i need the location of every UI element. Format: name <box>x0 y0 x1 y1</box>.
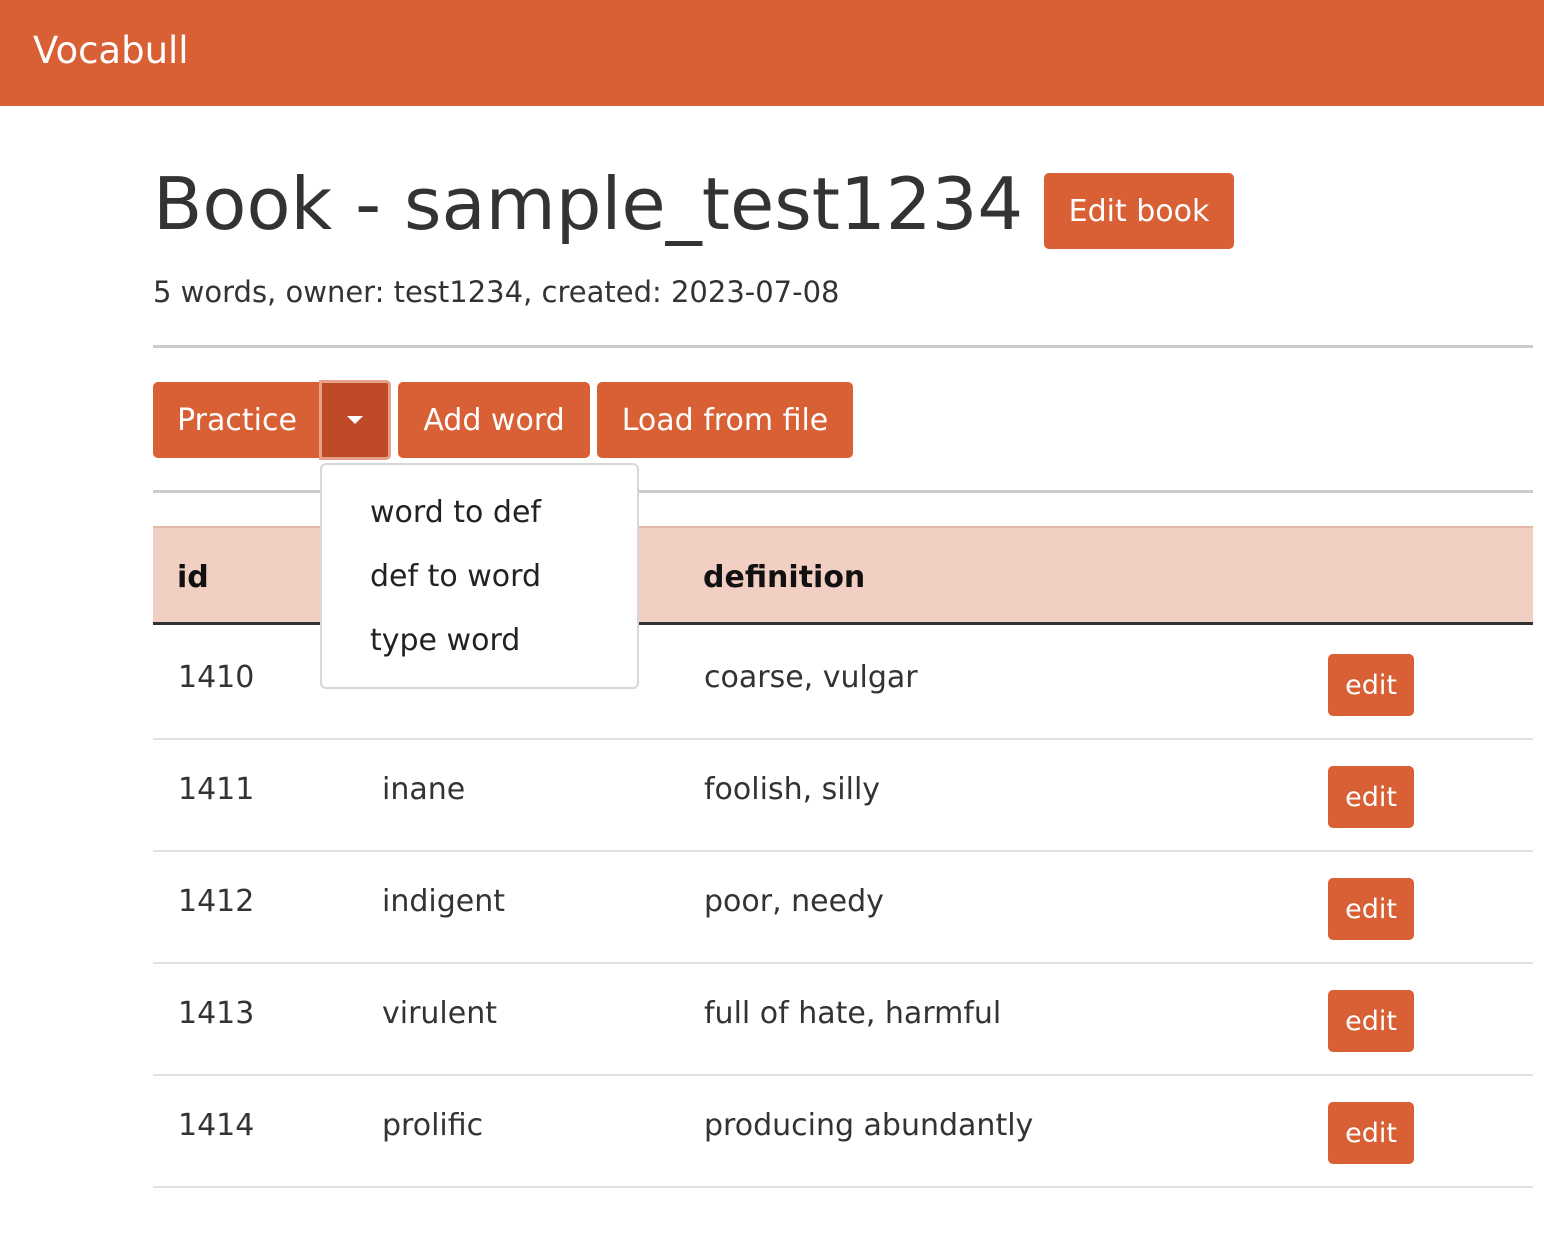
cell-word: indigent <box>382 884 506 919</box>
cell-id: 1414 <box>178 1108 255 1143</box>
navbar: Vocabull <box>0 0 1544 106</box>
page-title: Book - sample_test1234 <box>153 162 1024 246</box>
cell-definition: poor, needy <box>704 884 884 919</box>
practice-dropdown-toggle[interactable] <box>319 380 391 460</box>
menu-item-type-word[interactable]: type word <box>370 621 520 661</box>
add-word-button[interactable]: Add word <box>398 382 590 458</box>
table-row: 1412 indigent poor, needy edit <box>153 852 1533 964</box>
edit-word-button[interactable]: edit <box>1328 654 1414 716</box>
cell-definition: producing abundantly <box>704 1108 1034 1143</box>
table-row: 1413 virulent full of hate, harmful edit <box>153 964 1533 1076</box>
cell-definition: foolish, silly <box>704 772 881 807</box>
cell-word: prolific <box>382 1108 484 1143</box>
cell-definition: coarse, vulgar <box>704 660 918 695</box>
edit-word-button[interactable]: edit <box>1328 990 1414 1052</box>
column-header-definition: definition <box>703 560 866 595</box>
cell-word: inane <box>382 772 466 807</box>
menu-item-word-to-def[interactable]: word to def <box>370 493 541 533</box>
table-row: 1414 prolific producing abundantly edit <box>153 1076 1533 1188</box>
column-header-id: id <box>177 560 209 595</box>
cell-id: 1410 <box>178 660 255 695</box>
edit-word-button[interactable]: edit <box>1328 878 1414 940</box>
cell-definition: full of hate, harmful <box>704 996 1002 1031</box>
table-row: 1411 inane foolish, silly edit <box>153 740 1533 852</box>
cell-word: virulent <box>382 996 498 1031</box>
cell-id: 1411 <box>178 772 255 807</box>
edit-book-button[interactable]: Edit book <box>1044 173 1234 249</box>
divider <box>153 345 1533 348</box>
brand-link[interactable]: Vocabull <box>33 26 189 76</box>
practice-button[interactable]: Practice <box>153 382 321 458</box>
cell-id: 1413 <box>178 996 255 1031</box>
cell-id: 1412 <box>178 884 255 919</box>
menu-item-def-to-word[interactable]: def to word <box>370 557 541 597</box>
practice-dropdown-menu: word to def def to word type word <box>320 463 639 689</box>
caret-down-icon <box>347 416 363 424</box>
edit-word-button[interactable]: edit <box>1328 766 1414 828</box>
edit-word-button[interactable]: edit <box>1328 1102 1414 1164</box>
load-from-file-button[interactable]: Load from file <box>597 382 853 458</box>
book-meta: 5 words, owner: test1234, created: 2023-… <box>153 275 840 309</box>
